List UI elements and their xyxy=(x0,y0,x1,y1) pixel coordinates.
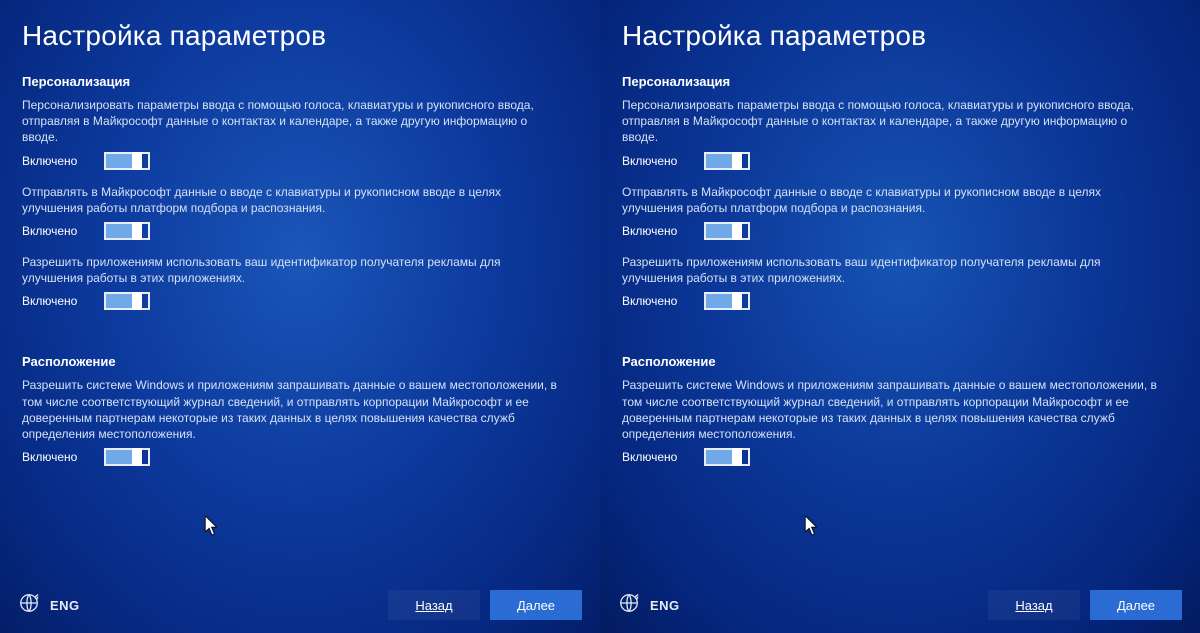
setting-desc: Разрешить системе Windows и приложениям … xyxy=(622,377,1162,442)
toggle-state-label: Включено xyxy=(622,450,690,464)
toggle-state-label: Включено xyxy=(622,154,690,168)
settings-panel-right: Настройка параметров Персонализация Перс… xyxy=(600,0,1200,633)
toggle-location[interactable] xyxy=(704,448,750,466)
back-button[interactable]: Назад xyxy=(988,590,1080,620)
setting-desc: Разрешить приложениям использовать ваш и… xyxy=(622,254,1162,286)
mouse-cursor-icon xyxy=(205,516,219,536)
back-button[interactable]: Назад xyxy=(388,590,480,620)
bottom-bar: ENG Назад Далее xyxy=(600,577,1200,633)
toggle-state-label: Включено xyxy=(22,450,90,464)
mouse-cursor-icon xyxy=(805,516,819,536)
toggle-personalize-input[interactable] xyxy=(704,152,750,170)
setting-desc: Разрешить системе Windows и приложениям … xyxy=(22,377,562,442)
toggle-location[interactable] xyxy=(104,448,150,466)
toggle-state-label: Включено xyxy=(22,294,90,308)
section-location-heading: Расположение xyxy=(622,354,1170,369)
toggle-row: Включено xyxy=(22,292,570,310)
toggle-advertising-id[interactable] xyxy=(704,292,750,310)
setting-desc: Персонализировать параметры ввода с помо… xyxy=(622,97,1162,146)
next-button[interactable]: Далее xyxy=(490,590,582,620)
toggle-state-label: Включено xyxy=(622,294,690,308)
toggle-row: Включено xyxy=(622,222,1170,240)
toggle-row: Включено xyxy=(622,448,1170,466)
section-personalization-heading: Персонализация xyxy=(622,74,1170,89)
bottom-bar: ENG Назад Далее xyxy=(0,577,600,633)
setting-desc: Отправлять в Майкрософт данные о вводе с… xyxy=(22,184,562,216)
toggle-row: Включено xyxy=(22,448,570,466)
setting-desc: Персонализировать параметры ввода с помо… xyxy=(22,97,562,146)
toggle-row: Включено xyxy=(622,152,1170,170)
globe-icon xyxy=(18,592,40,619)
language-selector[interactable]: ENG xyxy=(18,592,80,619)
settings-panel-left: Настройка параметров Персонализация Перс… xyxy=(0,0,600,633)
toggle-personalize-input[interactable] xyxy=(104,152,150,170)
setting-desc: Разрешить приложениям использовать ваш и… xyxy=(22,254,562,286)
section-location-heading: Расположение xyxy=(22,354,570,369)
section-personalization-heading: Персонализация xyxy=(22,74,570,89)
toggle-state-label: Включено xyxy=(22,154,90,168)
page-title: Настройка параметров xyxy=(22,20,570,52)
next-button[interactable]: Далее xyxy=(1090,590,1182,620)
toggle-advertising-id[interactable] xyxy=(104,292,150,310)
toggle-state-label: Включено xyxy=(22,224,90,238)
toggle-typing-data[interactable] xyxy=(104,222,150,240)
language-code: ENG xyxy=(50,598,80,613)
toggle-row: Включено xyxy=(622,292,1170,310)
toggle-state-label: Включено xyxy=(622,224,690,238)
language-code: ENG xyxy=(650,598,680,613)
language-selector[interactable]: ENG xyxy=(618,592,680,619)
toggle-typing-data[interactable] xyxy=(704,222,750,240)
page-title: Настройка параметров xyxy=(622,20,1170,52)
globe-icon xyxy=(618,592,640,619)
setting-desc: Отправлять в Майкрософт данные о вводе с… xyxy=(622,184,1162,216)
toggle-row: Включено xyxy=(22,222,570,240)
toggle-row: Включено xyxy=(22,152,570,170)
